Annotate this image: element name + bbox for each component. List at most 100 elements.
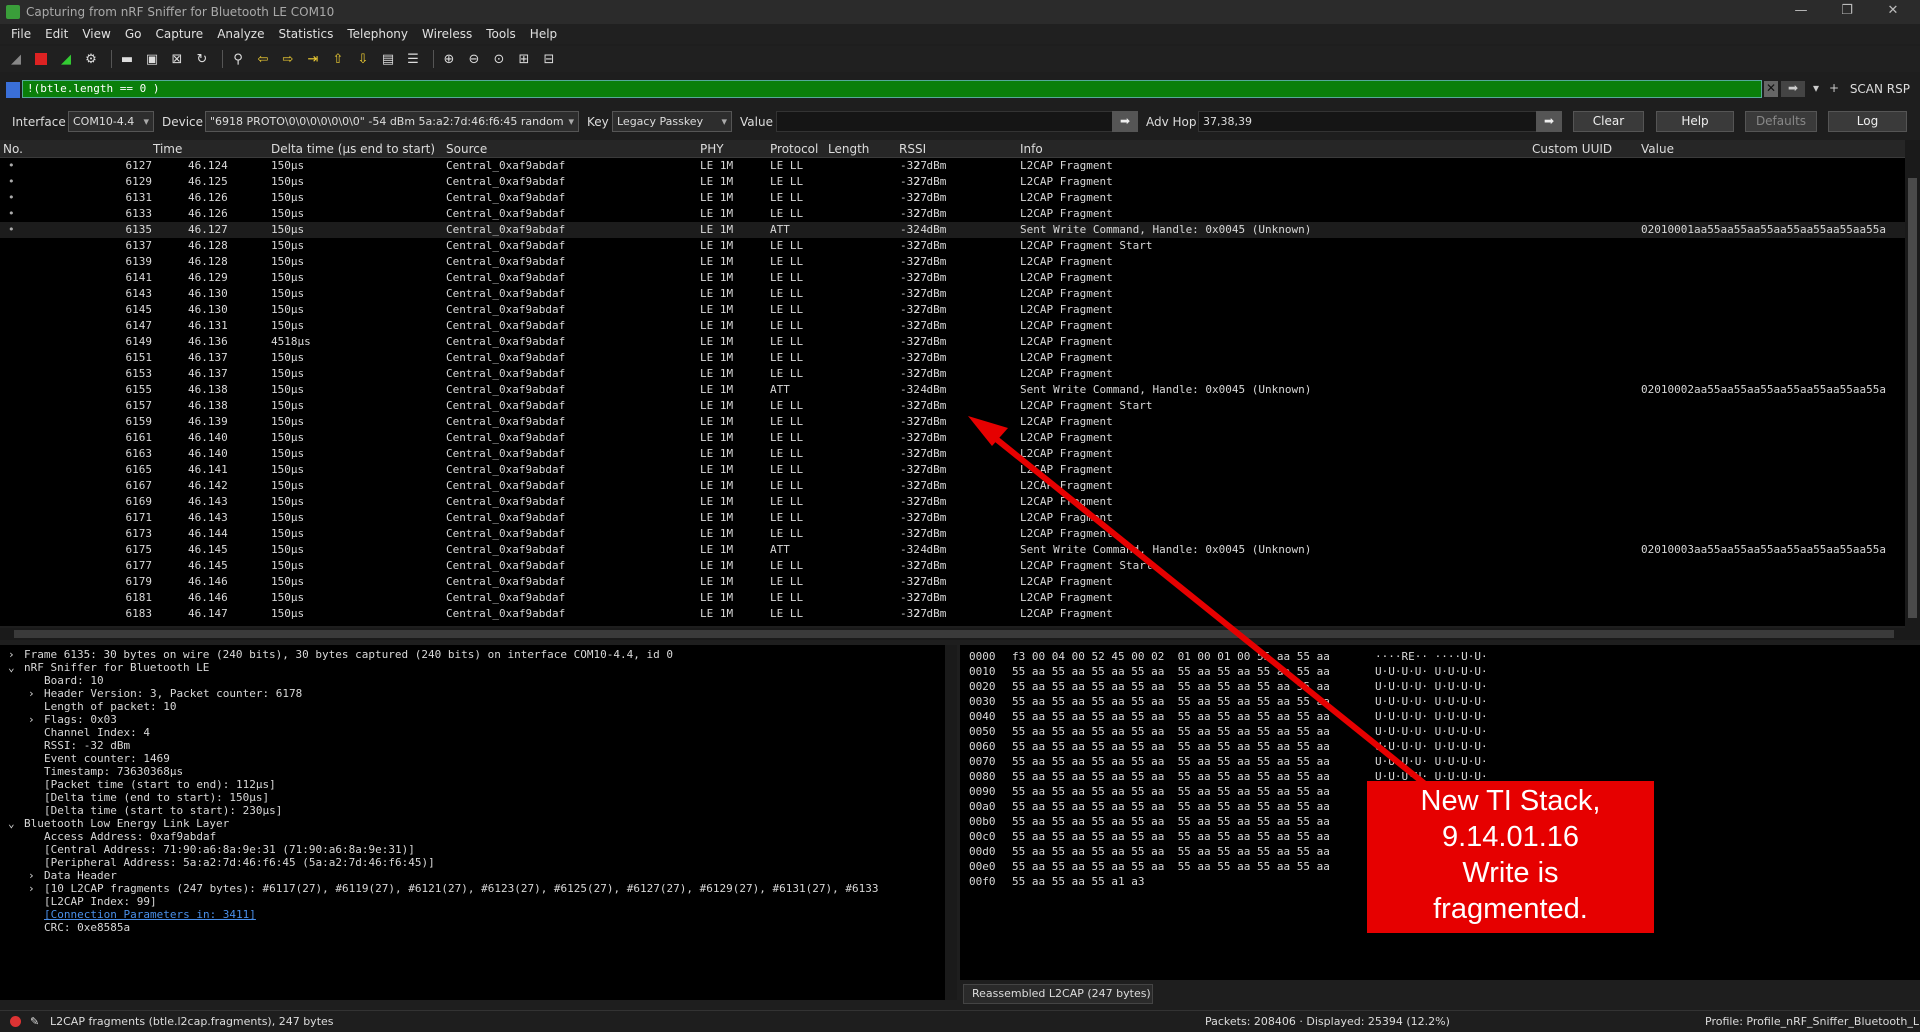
colorize-icon[interactable]: ☰ <box>403 49 423 69</box>
packet-row[interactable]: 6137 46.128 150µs Central_0xaf9abdaf LE 1M LE… <box>0 238 1905 254</box>
col-rssi[interactable]: RSSI <box>899 142 926 156</box>
go-back-icon[interactable]: ⇦ <box>253 49 273 69</box>
help-button[interactable]: Help <box>1656 111 1734 132</box>
adv-hop-input[interactable]: 37,38,39 <box>1198 111 1538 132</box>
packet-row[interactable]: 6167 46.142 150µs Central_0xaf9abdaf LE 1M LE… <box>0 478 1905 494</box>
expand-all-icon[interactable]: ⊟ <box>539 49 559 69</box>
tree-expander-icon[interactable]: › <box>28 881 35 897</box>
apply-key-icon[interactable]: ➡ <box>1112 111 1138 132</box>
capture-options-icon[interactable]: ⚙ <box>81 49 101 69</box>
tree-expander-icon[interactable]: › <box>28 686 35 702</box>
packet-row[interactable]: 6171 46.143 150µs Central_0xaf9abdaf LE 1M LE… <box>0 510 1905 526</box>
packet-row[interactable]: 6183 46.147 150µs Central_0xaf9abdaf LE 1M LE… <box>0 606 1905 622</box>
display-filter-input[interactable]: !(btle.length == 0 ) <box>22 80 1762 98</box>
edit-comment-icon[interactable]: ✎ <box>30 1015 39 1028</box>
tree-item[interactable]: [10 L2CAP fragments (247 bytes): #6117(2… <box>44 881 878 897</box>
packet-row[interactable]: 6163 46.140 150µs Central_0xaf9abdaf LE 1M LE… <box>0 446 1905 462</box>
defaults-button[interactable]: Defaults <box>1745 111 1817 132</box>
menu-statistics[interactable]: Statistics <box>271 27 340 41</box>
scan-rsp-button[interactable]: SCAN RSP <box>1850 82 1910 96</box>
shark-fin-start-icon[interactable]: ◢ <box>6 49 26 69</box>
apply-filter-icon[interactable]: ➡ <box>1781 81 1805 97</box>
packet-list-scrollbar[interactable] <box>1905 140 1920 630</box>
find-packet-icon[interactable]: ⚲ <box>228 49 248 69</box>
save-file-icon[interactable]: ▣ <box>142 49 162 69</box>
col-value[interactable]: Value <box>1641 142 1674 156</box>
packet-row[interactable]: 6149 46.136 4518µs Central_0xaf9abdaf LE 1M L… <box>0 334 1905 350</box>
packet-list-hscrollbar[interactable] <box>0 628 1920 640</box>
zoom-in-icon[interactable]: ⊕ <box>439 49 459 69</box>
status-profile[interactable]: Profile: Profile_nRF_Sniffer_Bluetooth_L… <box>1705 1015 1920 1028</box>
interface-select[interactable]: COM10-4.4 ▾ <box>68 111 154 132</box>
col-length[interactable]: Length <box>828 142 869 156</box>
packet-row[interactable]: 6145 46.130 150µs Central_0xaf9abdaf LE 1M LE… <box>0 302 1905 318</box>
packet-row[interactable]: 6153 46.137 150µs Central_0xaf9abdaf LE 1M LE… <box>0 366 1905 382</box>
packet-row[interactable]: 6175 46.145 150µs Central_0xaf9abdaf LE 1M AT… <box>0 542 1905 558</box>
packet-row[interactable]: • 6133 46.126 150µs Central_0xaf9abdaf LE 1M L… <box>0 206 1905 222</box>
resize-columns-icon[interactable]: ⊞ <box>514 49 534 69</box>
bookmark-icon[interactable] <box>6 82 20 98</box>
col-protocol[interactable]: Protocol <box>770 142 818 156</box>
menu-analyze[interactable]: Analyze <box>210 27 271 41</box>
open-file-icon[interactable]: ▬ <box>117 49 137 69</box>
zoom-out-icon[interactable]: ⊖ <box>464 49 484 69</box>
restart-capture-icon[interactable]: ◢ <box>56 49 76 69</box>
packet-row[interactable]: 6169 46.143 150µs Central_0xaf9abdaf LE 1M LE… <box>0 494 1905 510</box>
packet-row[interactable]: 6161 46.140 150µs Central_0xaf9abdaf LE 1M LE… <box>0 430 1905 446</box>
packet-row[interactable]: 6143 46.130 150µs Central_0xaf9abdaf LE 1M LE… <box>0 286 1905 302</box>
packet-row[interactable]: • 6131 46.126 150µs Central_0xaf9abdaf LE 1M L… <box>0 190 1905 206</box>
menu-edit[interactable]: Edit <box>38 27 75 41</box>
col-delta[interactable]: Delta time (µs end to start) <box>271 142 435 156</box>
dropdown-icon[interactable]: ▾ <box>1810 81 1822 97</box>
packet-row[interactable]: 6141 46.129 150µs Central_0xaf9abdaf LE 1M LE… <box>0 270 1905 286</box>
col-phy[interactable]: PHY <box>700 142 724 156</box>
close-icon[interactable]: ✕ <box>1870 0 1916 24</box>
col-no[interactable]: No. <box>3 142 23 156</box>
device-select[interactable]: "6918 PROTO\0\0\0\0\0\0\0" -54 dBm 5a:a2… <box>205 111 579 132</box>
packet-row[interactable]: 6181 46.146 150µs Central_0xaf9abdaf LE 1M LE… <box>0 590 1905 606</box>
reassembled-l2cap-tab[interactable]: Reassembled L2CAP (247 bytes) <box>963 984 1153 1004</box>
clear-button[interactable]: Clear <box>1573 111 1644 132</box>
go-to-packet-icon[interactable]: ⇥ <box>303 49 323 69</box>
packet-row[interactable]: 6139 46.128 150µs Central_0xaf9abdaf LE 1M LE… <box>0 254 1905 270</box>
col-source[interactable]: Source <box>446 142 487 156</box>
packet-row[interactable]: 6173 46.144 150µs Central_0xaf9abdaf LE 1M LE… <box>0 526 1905 542</box>
go-first-icon[interactable]: ⇧ <box>328 49 348 69</box>
clear-filter-icon[interactable]: ✕ <box>1764 81 1778 97</box>
capture-status-icon[interactable] <box>10 1016 21 1027</box>
menu-telephony[interactable]: Telephony <box>340 27 415 41</box>
packet-row[interactable]: • 6129 46.125 150µs Central_0xaf9abdaf LE 1M L… <box>0 174 1905 190</box>
packet-row[interactable]: 6159 46.139 150µs Central_0xaf9abdaf LE 1M LE… <box>0 414 1905 430</box>
packet-row[interactable]: 6157 46.138 150µs Central_0xaf9abdaf LE 1M LE… <box>0 398 1905 414</box>
add-filter-icon[interactable]: + <box>1828 81 1840 97</box>
menu-file[interactable]: File <box>4 27 38 41</box>
packet-row[interactable]: 6165 46.141 150µs Central_0xaf9abdaf LE 1M LE… <box>0 462 1905 478</box>
minimize-icon[interactable]: — <box>1778 0 1824 24</box>
col-time[interactable]: Time <box>153 142 182 156</box>
packet-details-tree[interactable]: › Frame 6135: 30 bytes on wire (240 bits)… <box>0 645 945 1000</box>
apply-adv-hop-icon[interactable]: ➡ <box>1536 111 1562 132</box>
tree-expander-icon[interactable]: ⌄ <box>8 660 15 676</box>
key-select[interactable]: Legacy Passkey ▾ <box>612 111 732 132</box>
tree-expander-icon[interactable]: › <box>28 712 35 728</box>
menu-go[interactable]: Go <box>118 27 149 41</box>
go-forward-icon[interactable]: ⇨ <box>278 49 298 69</box>
packet-row[interactable]: 6155 46.138 150µs Central_0xaf9abdaf LE 1M AT… <box>0 382 1905 398</box>
col-custom-uuid[interactable]: Custom UUID <box>1532 142 1612 156</box>
zoom-normal-icon[interactable]: ⊙ <box>489 49 509 69</box>
close-file-icon[interactable]: ⊠ <box>167 49 187 69</box>
menu-view[interactable]: View <box>75 27 117 41</box>
value-input[interactable] <box>776 111 1136 132</box>
packet-row[interactable]: 6151 46.137 150µs Central_0xaf9abdaf LE 1M LE… <box>0 350 1905 366</box>
tree-expander-icon[interactable]: ⌄ <box>8 816 15 832</box>
details-scrollbar[interactable] <box>945 645 957 1000</box>
tree-item[interactable]: CRC: 0xe8585a <box>44 920 130 936</box>
col-info[interactable]: Info <box>1020 142 1043 156</box>
maximize-icon[interactable]: ❐ <box>1824 0 1870 24</box>
menu-help[interactable]: Help <box>523 27 564 41</box>
go-last-icon[interactable]: ⇩ <box>353 49 373 69</box>
menu-wireless[interactable]: Wireless <box>415 27 479 41</box>
packet-row[interactable]: 6177 46.145 150µs Central_0xaf9abdaf LE 1M LE… <box>0 558 1905 574</box>
packet-list[interactable]: • 6127 46.124 150µs Central_0xaf9abdaf LE 1M L… <box>0 158 1905 626</box>
log-button[interactable]: Log <box>1828 111 1907 132</box>
